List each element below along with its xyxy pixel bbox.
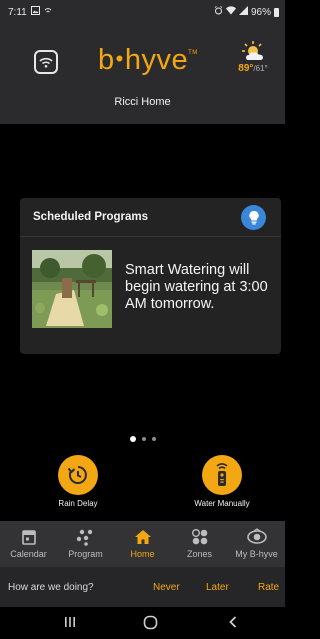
rain-delay-button[interactable] (58, 455, 98, 495)
nav-program[interactable]: Program (57, 521, 114, 567)
alarm-icon (214, 6, 223, 18)
page-dot-active (129, 436, 136, 442)
zones-icon (191, 529, 207, 545)
feedback-question: How are we doing? (8, 582, 94, 593)
status-time-group: 7:11 (8, 6, 52, 18)
scheduled-programs-card[interactable]: Scheduled Programs Smart Watering will b… (20, 198, 281, 354)
home-name[interactable]: Ricci Home (0, 96, 285, 108)
feedback-bar: How are we doing? Never Later Rate (0, 567, 285, 607)
system-navigation-bar (0, 607, 285, 639)
logo-trademark: TM (188, 50, 198, 56)
recents-button[interactable] (63, 615, 77, 634)
logo-b: b (98, 44, 115, 76)
battery-percent: 96% (250, 6, 271, 18)
logo-dot: • (115, 46, 124, 71)
battery-icon (274, 7, 279, 17)
lightbulb-icon (248, 210, 259, 225)
partly-sunny-icon (242, 41, 263, 60)
nav-my-bhyve[interactable]: My B-hyve (228, 521, 285, 567)
nav-zones-label: Zones (186, 549, 212, 559)
back-button[interactable] (227, 615, 239, 634)
feedback-later-link[interactable]: Later (206, 582, 229, 593)
wifi-icon (39, 57, 53, 68)
weather-widget[interactable]: 89°/61° (229, 40, 277, 74)
lightbulb-button[interactable] (241, 205, 266, 230)
program-icon (76, 529, 92, 546)
page-indicator (0, 436, 285, 442)
cast-notification-icon (44, 7, 52, 18)
nav-zones[interactable]: Zones (171, 521, 228, 567)
nav-program-label: Program (68, 549, 103, 559)
logo-hyve: hyve (124, 44, 189, 76)
nav-calendar[interactable]: Calendar (0, 521, 57, 567)
nav-calendar-label: Calendar (10, 549, 47, 559)
nav-my-bhyve-label: My B-hyve (235, 549, 278, 559)
wifi-signal-icon (225, 6, 236, 18)
app-header: 7:11 96% b • hyve TM 89°/61° Ricci Home (0, 0, 285, 124)
timer-icon (67, 466, 87, 484)
water-manually-action[interactable]: Water Manually (177, 455, 267, 508)
rain-delay-action[interactable]: Rain Delay (33, 455, 123, 508)
home-icon (134, 530, 151, 544)
cell-signal-icon (238, 6, 248, 18)
wifi-button[interactable] (34, 50, 58, 74)
water-manually-button[interactable] (202, 455, 242, 495)
nav-home[interactable]: Home (114, 521, 171, 567)
feedback-never-link[interactable]: Never (153, 582, 180, 593)
calendar-icon (21, 530, 36, 545)
status-time: 7:11 (8, 6, 27, 18)
back-chevron-icon (229, 616, 237, 628)
water-manually-label: Water Manually (194, 499, 250, 508)
bhyve-logo: b • hyve TM (98, 44, 198, 78)
bottom-navigation: Calendar Program Home Zones My B-hyve (0, 521, 285, 567)
remote-icon (216, 463, 228, 486)
garden-photo (32, 250, 112, 328)
page-dot (141, 437, 146, 441)
weather-high: 89° (238, 63, 254, 74)
page-dot (151, 437, 156, 441)
app-screen: 7:11 96% b • hyve TM 89°/61° Ricci Home … (0, 0, 285, 639)
nav-home-label: Home (130, 549, 155, 559)
status-right-group: 96% (214, 6, 279, 18)
my-bhyve-icon (246, 528, 267, 544)
card-message: Smart Watering will begin watering at 3:… (125, 262, 268, 312)
card-header: Scheduled Programs (20, 198, 281, 237)
card-title: Scheduled Programs (33, 211, 149, 223)
recents-icon (65, 617, 75, 627)
weather-temperature: 89°/61° (229, 63, 277, 74)
feedback-rate-link[interactable]: Rate (258, 582, 279, 593)
home-system-button[interactable] (143, 615, 158, 635)
home-circle-icon (143, 615, 158, 630)
status-bar: 7:11 96% (0, 0, 285, 24)
gallery-notification-icon (30, 6, 40, 18)
rain-delay-label: Rain Delay (58, 499, 98, 508)
weather-low: /61° (253, 64, 268, 73)
